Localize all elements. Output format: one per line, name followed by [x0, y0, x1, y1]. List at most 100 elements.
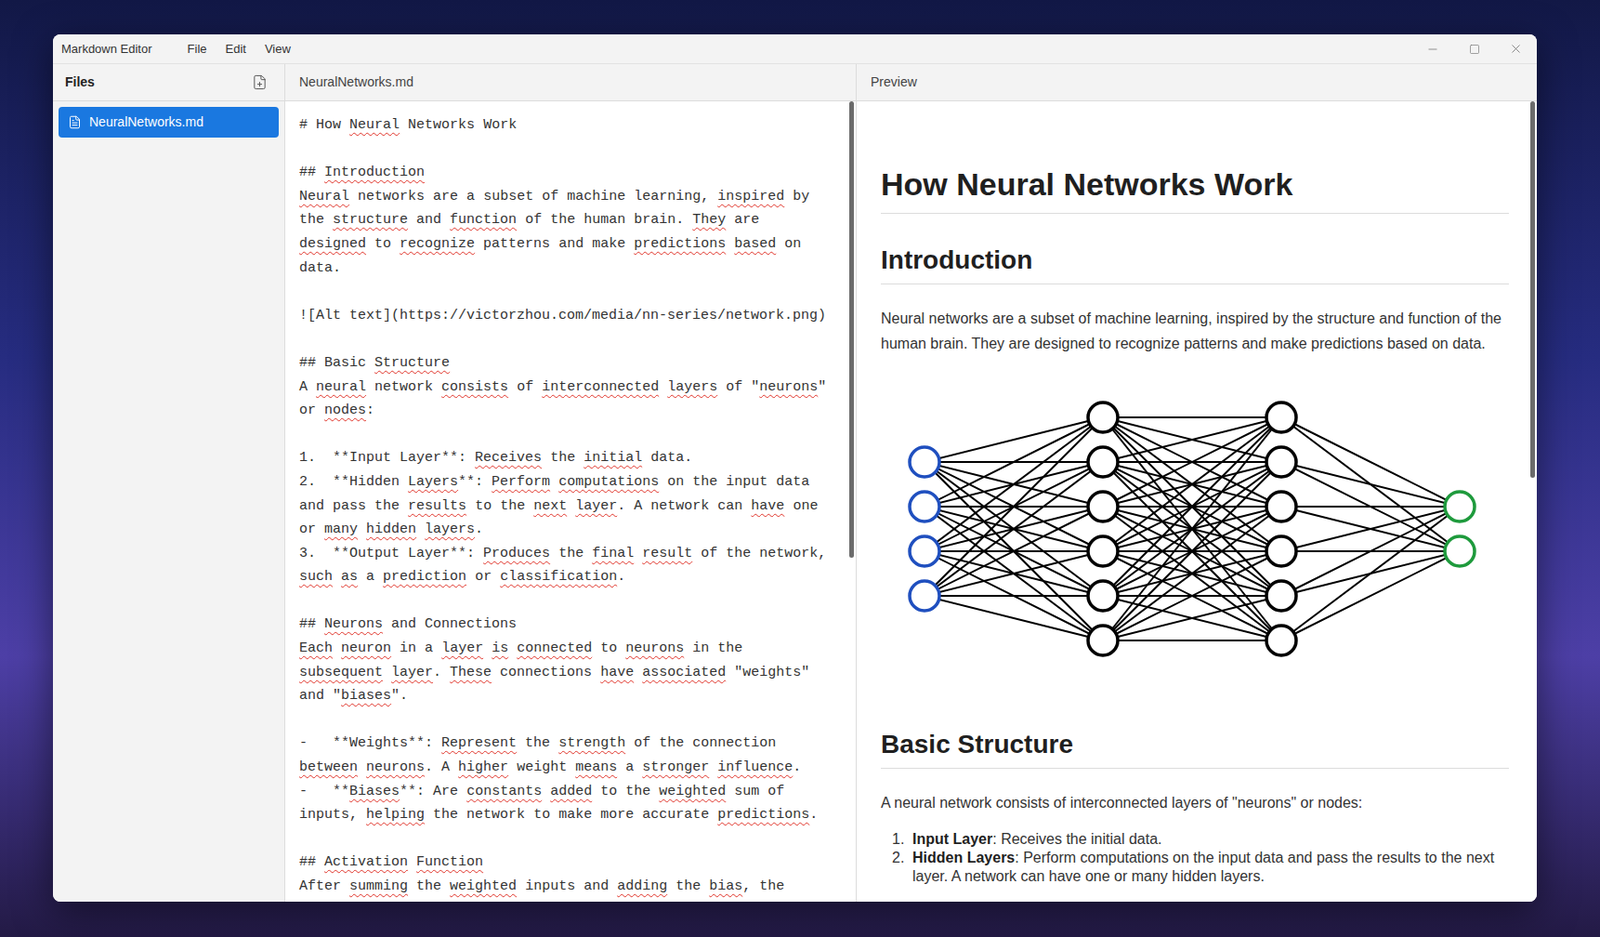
- misspelled-word[interactable]: next: [533, 498, 567, 514]
- misspelled-word[interactable]: adding: [616, 878, 668, 894]
- misspelled-word[interactable]: influence: [717, 759, 793, 775]
- desktop: Markdown EditorFileEditViewFilesNeuralNe…: [0, 0, 1600, 937]
- misspelled-word[interactable]: based: [734, 236, 776, 252]
- misspelled-word[interactable]: such: [299, 568, 333, 585]
- editor-line: ![Alt text](https://victorzhou.com/media…: [299, 303, 843, 328]
- scrollbar-thumb[interactable]: [1530, 101, 1535, 478]
- misspelled-word[interactable]: computations: [558, 473, 659, 490]
- menu-bar: FileEditView: [178, 39, 301, 59]
- misspelled-word[interactable]: weighted: [449, 878, 517, 894]
- minimize-button[interactable]: [1411, 34, 1454, 64]
- misspelled-word[interactable]: strength: [558, 734, 626, 751]
- misspelled-word[interactable]: associated: [642, 664, 726, 681]
- misspelled-word[interactable]: constants: [466, 783, 542, 800]
- misspelled-word[interactable]: is: [491, 640, 509, 656]
- sidebar: Files NeuralNetworks.md: [52, 64, 286, 902]
- scrollbar-thumb[interactable]: [849, 101, 854, 558]
- misspelled-word[interactable]: layers: [667, 379, 718, 395]
- menu-item[interactable]: View: [255, 39, 301, 59]
- misspelled-word[interactable]: initial: [583, 449, 643, 466]
- misspelled-word[interactable]: results: [407, 498, 467, 514]
- misspelled-word[interactable]: neuron: [340, 640, 392, 656]
- editor-text-area[interactable]: # How Neural Networks Work## Introductio…: [285, 101, 847, 902]
- misspelled-word[interactable]: layers: [424, 521, 475, 538]
- editor-line: ## Introduction: [299, 160, 843, 185]
- editor-line: ## Basic Structure: [299, 351, 843, 376]
- misspelled-word[interactable]: classification: [499, 568, 617, 585]
- misspelled-word[interactable]: have: [600, 664, 634, 681]
- misspelled-word[interactable]: helping: [366, 806, 425, 823]
- misspelled-word[interactable]: connected: [516, 640, 592, 656]
- misspelled-word[interactable]: structure: [332, 211, 408, 228]
- misspelled-word[interactable]: have: [750, 498, 785, 514]
- editor-line: A neural network consists of interconnec…: [299, 375, 843, 400]
- misspelled-word[interactable]: function: [449, 211, 517, 228]
- misspelled-word[interactable]: many: [324, 521, 358, 538]
- misspelled-word[interactable]: prediction: [382, 568, 467, 585]
- misspelled-word[interactable]: result: [642, 545, 693, 562]
- misspelled-word[interactable]: Biases: [349, 783, 400, 800]
- maximize-button[interactable]: [1453, 34, 1496, 64]
- close-button[interactable]: [1495, 34, 1537, 64]
- misspelled-word[interactable]: layer: [575, 498, 617, 514]
- misspelled-word[interactable]: bias: [708, 878, 743, 894]
- main-area: FilesNeuralNetworks.mdNeuralNetworks.md#…: [52, 63, 1537, 902]
- misspelled-word[interactable]: hidden: [366, 521, 417, 538]
- misspelled-word[interactable]: stronger: [642, 759, 709, 775]
- misspelled-word[interactable]: consists: [441, 379, 509, 395]
- misspelled-word[interactable]: Neural: [349, 117, 400, 133]
- misspelled-word[interactable]: These: [449, 664, 492, 681]
- misspelled-word[interactable]: neurons: [366, 759, 425, 775]
- editor-file-name: NeuralNetworks.md: [299, 72, 414, 92]
- misspelled-word[interactable]: means: [575, 759, 617, 775]
- sidebar-title: Files: [65, 72, 95, 92]
- misspelled-word[interactable]: Neurons: [324, 616, 383, 632]
- menu-item[interactable]: Edit: [216, 39, 256, 59]
- misspelled-word[interactable]: nodes: [324, 402, 367, 419]
- misspelled-word[interactable]: Each: [299, 640, 333, 656]
- misspelled-word[interactable]: predictions: [633, 236, 726, 252]
- misspelled-word[interactable]: added: [550, 783, 592, 800]
- preview-pane: PreviewHow Neural Networks WorkIntroduct…: [856, 64, 1537, 902]
- misspelled-word[interactable]: Activation: [324, 853, 408, 870]
- editor-body: # How Neural Networks Work## Introductio…: [285, 101, 856, 902]
- misspelled-word[interactable]: interconnected: [541, 379, 659, 395]
- misspelled-word[interactable]: neurons: [759, 379, 818, 395]
- misspelled-word[interactable]: Produces: [483, 545, 551, 562]
- menu-item[interactable]: File: [178, 39, 217, 59]
- misspelled-word[interactable]: designed: [299, 236, 367, 252]
- misspelled-word[interactable]: Introduction: [324, 164, 425, 181]
- misspelled-word[interactable]: Layers: [407, 473, 459, 490]
- preview-ordered-list: 1.Input Layer: Receives the initial data…: [880, 829, 1509, 886]
- misspelled-word[interactable]: final: [591, 545, 634, 562]
- misspelled-word[interactable]: layer: [391, 664, 433, 681]
- editor-scrollbar[interactable]: [846, 101, 856, 902]
- misspelled-word[interactable]: recognize: [399, 236, 475, 252]
- misspelled-word[interactable]: Structure: [374, 354, 450, 371]
- misspelled-word[interactable]: Function: [416, 853, 484, 870]
- misspelled-word[interactable]: predictions: [717, 806, 810, 823]
- editor-line: and pass the results to the next layer. …: [299, 494, 843, 519]
- sidebar-item[interactable]: NeuralNetworks.md: [58, 106, 279, 138]
- new-file-button[interactable]: [251, 74, 268, 91]
- misspelled-word[interactable]: summing: [349, 878, 408, 894]
- preview-header: Preview: [856, 64, 1537, 102]
- misspelled-word[interactable]: neurons: [625, 640, 684, 656]
- misspelled-word[interactable]: neural: [315, 379, 367, 395]
- misspelled-word[interactable]: between: [299, 759, 358, 775]
- misspelled-word[interactable]: They: [692, 211, 726, 228]
- misspelled-word[interactable]: inspired: [717, 188, 785, 205]
- misspelled-word[interactable]: biases: [340, 687, 392, 704]
- misspelled-word[interactable]: Represent: [441, 734, 517, 751]
- misspelled-word[interactable]: subsequent: [299, 664, 383, 681]
- preview-scrollbar[interactable]: [1527, 101, 1537, 902]
- misspelled-word[interactable]: Receives: [474, 449, 542, 466]
- misspelled-word[interactable]: layer: [441, 640, 484, 656]
- misspelled-word[interactable]: Neural: [299, 188, 350, 205]
- misspelled-word[interactable]: weighted: [658, 783, 726, 800]
- misspelled-word[interactable]: higher: [458, 759, 509, 775]
- misspelled-word[interactable]: Perform: [491, 473, 551, 490]
- misspelled-word[interactable]: as: [340, 568, 358, 585]
- file-list: NeuralNetworks.md: [52, 101, 285, 144]
